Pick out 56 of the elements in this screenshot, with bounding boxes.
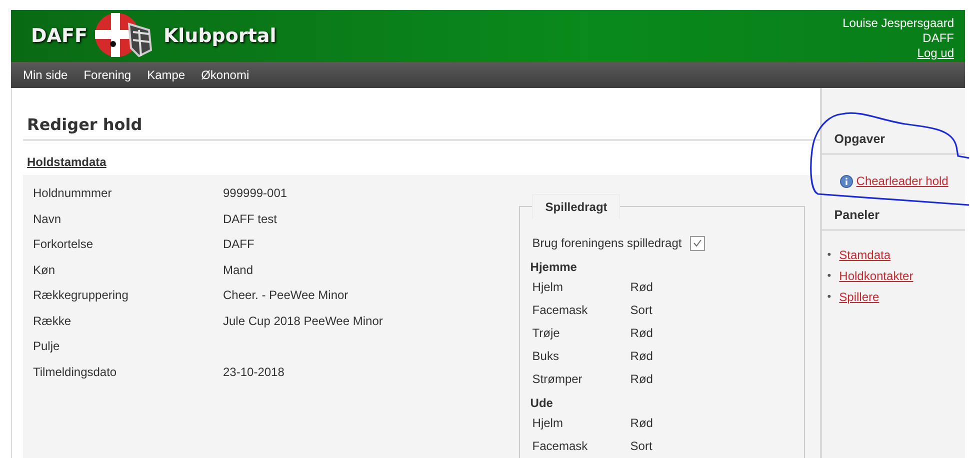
field-value: Jule Cup 2018 PeeWee Minor	[223, 312, 384, 330]
panel-link[interactable]: Holdkontakter	[839, 266, 914, 287]
kit-value: Rød	[630, 371, 654, 388]
kit-value: Rød	[630, 325, 654, 342]
field-label: Køn	[33, 262, 56, 278]
kit-value: Sort	[630, 438, 654, 455]
user-org: DAFF	[922, 30, 954, 46]
bullet: •	[827, 290, 832, 305]
checkmark-icon	[692, 239, 702, 247]
field-label: Holdnummmer	[33, 185, 113, 202]
nav-link[interactable]: Forening	[76, 62, 140, 88]
field-label: Navn	[33, 210, 62, 228]
field-label: Forkortelse	[33, 236, 94, 253]
logout-link[interactable]: Log ud	[917, 46, 954, 60]
field-value: Mand	[223, 262, 254, 278]
group-title: Hjemme	[530, 259, 578, 276]
brand-text: DAFF	[31, 25, 88, 47]
info-icon	[840, 174, 854, 188]
kit-value: Rød	[630, 279, 654, 296]
section-title: Holdstamdata	[27, 155, 108, 169]
panel-link[interactable]: Spillere	[839, 287, 880, 308]
checkbox[interactable]	[690, 236, 705, 250]
field-value: Cheer. - PeeWee Minor	[223, 287, 350, 304]
group-title: Ude	[530, 395, 554, 412]
brand-text: Klubportal	[163, 25, 276, 47]
nav-link[interactable]: Kampe	[139, 62, 194, 88]
kit-value: Rød	[630, 348, 654, 365]
kit-part: Trøje	[532, 325, 561, 342]
checkbox-label: Brug foreningens spilledragt	[532, 236, 682, 250]
kit-part: Buks	[532, 348, 560, 365]
field-label: Tilmeldingsdato	[33, 364, 118, 380]
kit-part: Facemask	[532, 302, 589, 319]
field-value: DAFF	[223, 236, 256, 253]
field-label: Rækkegruppering	[33, 287, 130, 304]
kit-part: Hjelm	[532, 279, 564, 296]
kit-value: Sort	[630, 302, 654, 319]
kit-part: Strømper	[532, 371, 584, 388]
kit-value: Rød	[630, 415, 654, 432]
panel-title: Paneler	[822, 201, 965, 231]
kit-part: Facemask	[532, 438, 589, 455]
page-title: Rediger hold	[27, 115, 144, 134]
field-label: Pulje	[33, 338, 61, 355]
fieldset-legend: Spilledragt	[532, 194, 620, 219]
user-name: Louise Jespersgaard	[842, 16, 954, 30]
field-label: Række	[33, 312, 72, 330]
bullet: •	[827, 269, 832, 284]
panel-link[interactable]: Stamdata	[839, 245, 891, 266]
field-value: DAFF test	[223, 210, 278, 228]
field-value: 23-10-2018	[223, 364, 286, 380]
field-value: 999999-001	[223, 185, 288, 202]
nav-link[interactable]: Økonomi	[193, 62, 258, 88]
nav-link[interactable]: Min side	[15, 62, 76, 88]
kit-part: Hjelm	[532, 415, 564, 432]
task-link[interactable]: Chearleader hold	[856, 174, 948, 188]
panel-title: Opgaver	[822, 125, 965, 155]
bullet: •	[827, 248, 832, 263]
